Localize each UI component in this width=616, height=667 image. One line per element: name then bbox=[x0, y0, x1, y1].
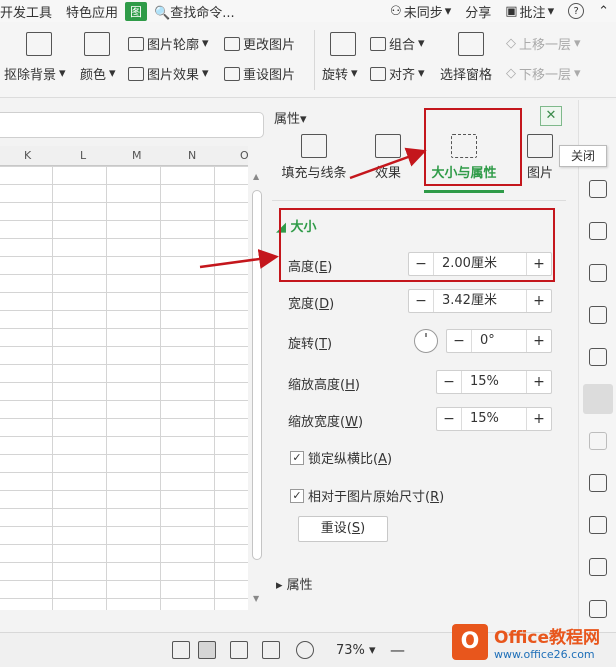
arrow-to-tab bbox=[349, 147, 427, 180]
annotation-arrows bbox=[199, 147, 427, 269]
arrow-to-height bbox=[199, 249, 279, 269]
